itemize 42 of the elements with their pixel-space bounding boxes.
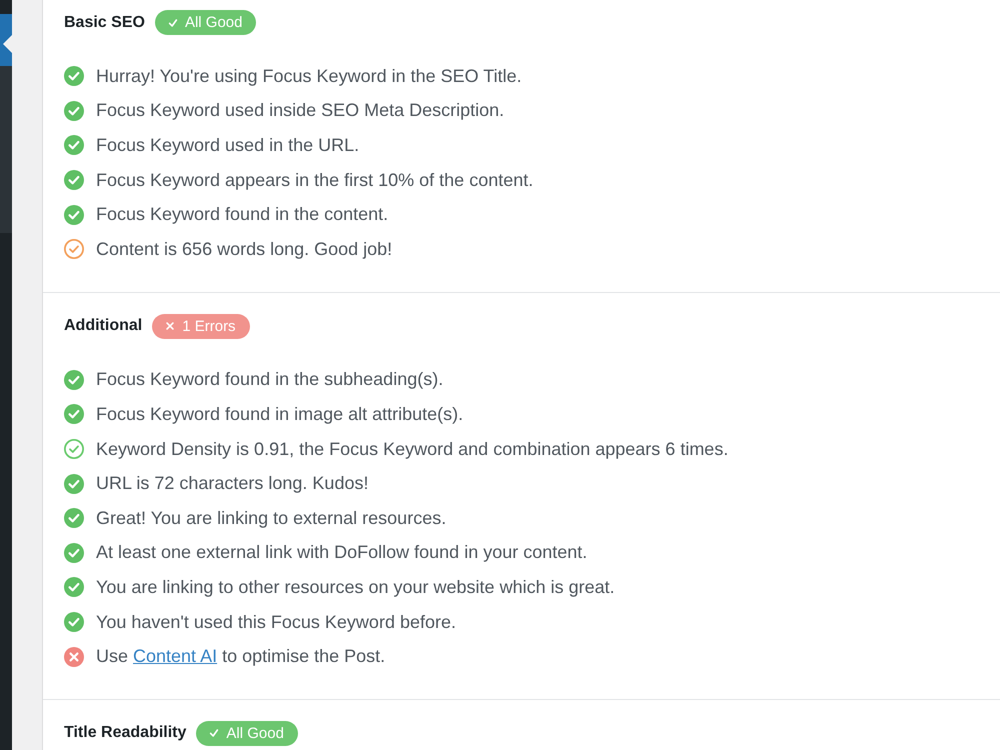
cross-icon [165,321,176,332]
section-title: Basic SEO [64,14,145,32]
pointer-arrow-icon [3,35,12,53]
check-circle-icon [64,577,84,598]
check-text: Content is 656 words long. Good job! [96,238,392,260]
check-text: Focus Keyword found in the content. [96,204,388,226]
check-icon [209,728,220,738]
check-circle-icon [64,66,84,86]
check-circle-outline-icon [64,239,84,260]
check-text: URL is 72 characters long. Kudos! [96,473,368,494]
check-text: At least one external link with DoFollow found in your content. [96,542,588,564]
check-circle-icon [64,404,84,424]
check-circle-icon [64,508,84,528]
check-text: Keyword Density is 0.91, the Focus Keyword and combination appears 6 times. [96,438,728,460]
check-circle-outline-icon [64,439,84,460]
check-text: Focus Keyword appears in the first 10% of the content. [96,170,534,191]
section-title: Title Readability [64,724,186,742]
check-text: Great! You are linking to external resources. [96,508,446,529]
check-text: You are linking to other resources on your website which is great. [96,576,615,598]
check-text: Use Content AI to optimise the Post. [96,646,386,668]
cross-circle-icon [64,646,84,667]
check-circle-icon [64,612,84,632]
check-text: Focus Keyword found in the subheading(s). [96,369,444,390]
check-circle-icon [64,204,84,225]
check-circle-icon [64,100,84,121]
check-text: You haven't used this Focus Keyword before. [96,612,456,633]
check-circle-icon [64,135,84,156]
check-circle-icon [64,474,84,494]
content-ai-link[interactable]: Content AI [133,646,218,666]
badge-label: All Good [226,724,284,742]
check-icon [168,18,178,28]
check-text: Focus Keyword used in the URL. [96,134,360,156]
active-menu-item[interactable] [0,14,12,66]
check-text: Hurray! You're using Focus Keyword in the SEO Title. [96,66,522,87]
check-circle-icon [64,370,84,390]
badge-label: All Good [184,14,242,31]
check-text: Focus Keyword found in image alt attribute(s). [96,404,464,425]
check-text: Focus Keyword used inside SEO Meta Description. [96,100,504,122]
badge-label: 1 Errors [182,318,236,335]
section-title: Additional [64,317,142,336]
check-circle-icon [64,542,84,563]
check-circle-icon [64,170,84,190]
